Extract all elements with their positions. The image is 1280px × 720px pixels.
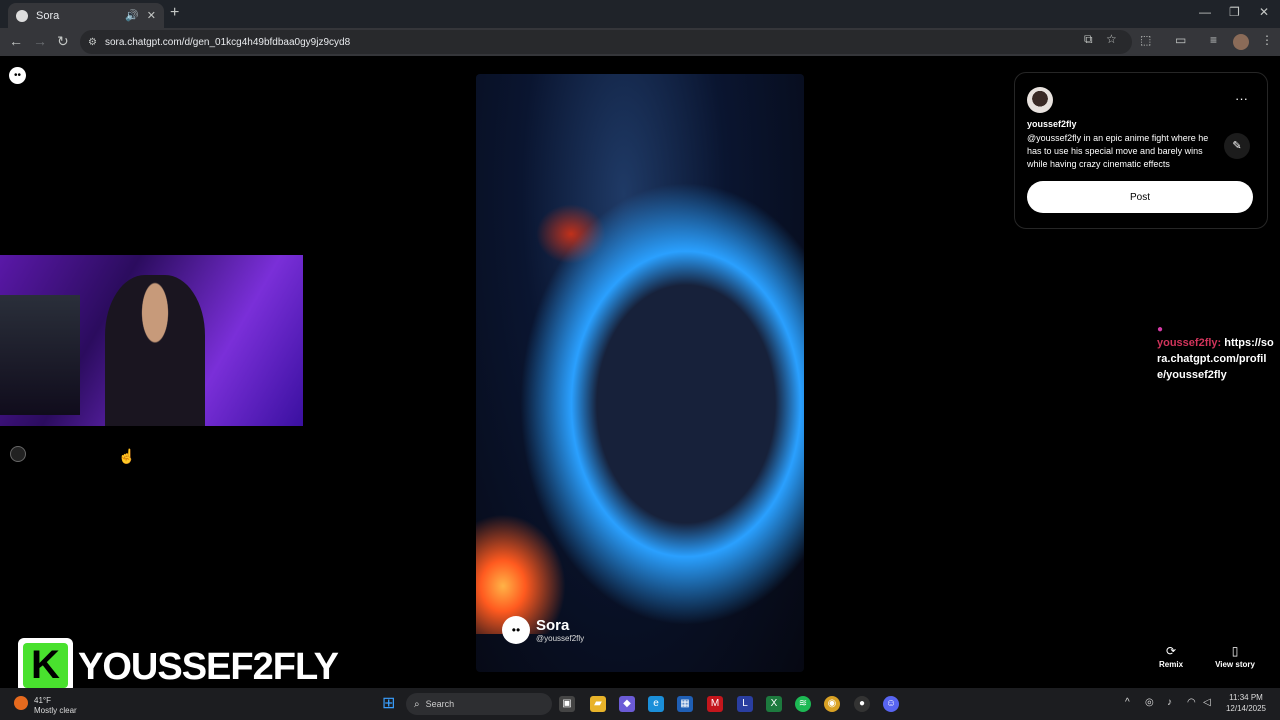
new-tab-button[interactable]: + xyxy=(170,4,179,22)
spotify-icon[interactable]: ≋ xyxy=(795,696,811,712)
video-player[interactable]: •• Sora @youssef2fly xyxy=(476,74,804,672)
clock-time: 11:34 PM xyxy=(1229,693,1263,702)
install-app-icon[interactable]: ⧉ xyxy=(1084,32,1093,47)
forward-icon[interactable]: → xyxy=(33,33,47,49)
remix-icon: ⟳ xyxy=(1165,644,1177,658)
task-view-icon[interactable]: ▣ xyxy=(559,696,575,712)
obs-icon[interactable]: ● xyxy=(854,696,870,712)
back-icon[interactable]: ← xyxy=(9,33,23,49)
discord-icon[interactable]: ☺ xyxy=(883,696,899,712)
post-username[interactable]: youssef2fly xyxy=(1027,119,1077,129)
edge-icon[interactable]: e xyxy=(648,696,664,712)
mic-icon: ● xyxy=(1157,324,1164,335)
webcam-person xyxy=(105,275,205,426)
edit-prompt-icon[interactable]: ✎ xyxy=(1224,133,1250,159)
taskbar-search[interactable]: ⌕ Search xyxy=(406,693,552,715)
excel-icon[interactable]: X xyxy=(766,696,782,712)
weather-text: Mostly clear xyxy=(34,706,77,715)
clock-date: 12/14/2025 xyxy=(1225,704,1267,713)
remix-button[interactable]: ⟳ Remix xyxy=(1159,644,1183,669)
windows-start-icon[interactable]: ⊞ xyxy=(382,696,398,712)
wifi-icon[interactable]: ◠ xyxy=(1187,697,1196,708)
browser-toolbar: ← → ↻ ⚙ sora.chatgpt.com/d/gen_01kcg4h49… xyxy=(0,28,1280,56)
weather-icon[interactable] xyxy=(14,696,28,710)
profile-avatar[interactable] xyxy=(1233,34,1249,50)
reload-icon[interactable]: ↻ xyxy=(57,33,69,50)
maximize-icon[interactable]: ❐ xyxy=(1229,5,1240,19)
tab-title: Sora xyxy=(36,9,60,22)
webcam-desk xyxy=(0,295,80,415)
loading-spinner-icon xyxy=(10,446,26,462)
chat-username: youssef2fly: xyxy=(1157,337,1222,349)
search-icon: ⌕ xyxy=(414,698,420,710)
tray-chevron-icon[interactable]: ^ xyxy=(1125,697,1130,708)
close-tab-icon[interactable]: ✕ xyxy=(147,9,156,22)
copilot-icon[interactable]: ◆ xyxy=(619,696,635,712)
address-bar[interactable]: ⚙ sora.chatgpt.com/d/gen_01kcg4h49bfdbaa… xyxy=(80,30,1132,54)
view-story-button[interactable]: ▯ View story xyxy=(1212,644,1258,669)
webcam-overlay xyxy=(0,255,303,426)
stream-chat-message: ● youssef2fly: https://sora.chatgpt.com/… xyxy=(1157,324,1275,383)
streamer-name: YOUSSEF2FLY xyxy=(78,646,339,688)
store-icon[interactable]: ▦ xyxy=(677,696,693,712)
search-placeholder: Search xyxy=(425,699,455,709)
l-app-icon[interactable]: L xyxy=(737,696,753,712)
view-story-label: View story xyxy=(1215,660,1255,669)
sora-watermark-icon: •• xyxy=(502,616,530,644)
sora-favicon-icon xyxy=(16,9,28,22)
sora-logo-icon[interactable]: •• xyxy=(9,67,26,84)
weather-temp: 41°F xyxy=(34,696,51,705)
extensions-icon[interactable]: ⬚ xyxy=(1140,33,1151,47)
chrome-icon[interactable]: ◉ xyxy=(824,696,840,712)
mic-tray-icon[interactable]: ♪ xyxy=(1167,697,1172,708)
url-text[interactable]: sora.chatgpt.com/d/gen_01kcg4h49bfdbaa0g… xyxy=(105,37,350,48)
post-button[interactable]: Post xyxy=(1027,181,1253,213)
post-details-card: ··· youssef2fly @youssef2fly in an epic … xyxy=(1014,72,1268,229)
tab-sora[interactable]: Sora 🔊 ✕ xyxy=(8,3,164,28)
post-prompt: @youssef2fly in an epic anime fight wher… xyxy=(1027,133,1209,169)
mcafee-icon[interactable]: M xyxy=(707,696,723,712)
more-options-icon[interactable]: ··· xyxy=(1235,91,1248,106)
tab-strip: Sora 🔊 ✕ + — ❐ ✕ xyxy=(0,0,1280,28)
kick-logo: K xyxy=(18,638,73,693)
system-clock[interactable]: 11:34 PM 12/14/2025 xyxy=(1222,692,1270,714)
watermark-name: Sora xyxy=(536,617,570,634)
windows-taskbar: 41°F Mostly clear ⊞ ⌕ Search ▣ ▰ ◆ e ▦ M… xyxy=(0,688,1280,720)
video-watermark: •• Sora @youssef2fly xyxy=(502,616,584,644)
tray-app-icon[interactable]: ◎ xyxy=(1145,697,1154,708)
speaker-icon[interactable]: 🔊 xyxy=(125,9,139,22)
volume-icon[interactable]: ◁ xyxy=(1203,697,1211,708)
watermark-handle: @youssef2fly xyxy=(536,634,585,643)
close-window-icon[interactable]: ✕ xyxy=(1259,5,1269,19)
kick-logo-letter: K xyxy=(23,643,68,688)
sidebar-icon[interactable]: ▭ xyxy=(1175,33,1186,47)
remix-label: Remix xyxy=(1159,660,1184,669)
site-info-icon[interactable]: ⚙ xyxy=(88,37,97,48)
view-story-icon: ▯ xyxy=(1231,644,1239,658)
hand-cursor-icon: ☝ xyxy=(118,448,136,464)
user-avatar[interactable] xyxy=(1027,87,1053,113)
bookmark-star-icon[interactable]: ☆ xyxy=(1106,32,1117,46)
menu-kebab-icon[interactable]: ⋮ xyxy=(1261,33,1273,47)
file-explorer-icon[interactable]: ▰ xyxy=(590,696,606,712)
media-control-icon[interactable]: ≡ xyxy=(1210,33,1217,47)
minimize-icon[interactable]: — xyxy=(1199,5,1211,19)
